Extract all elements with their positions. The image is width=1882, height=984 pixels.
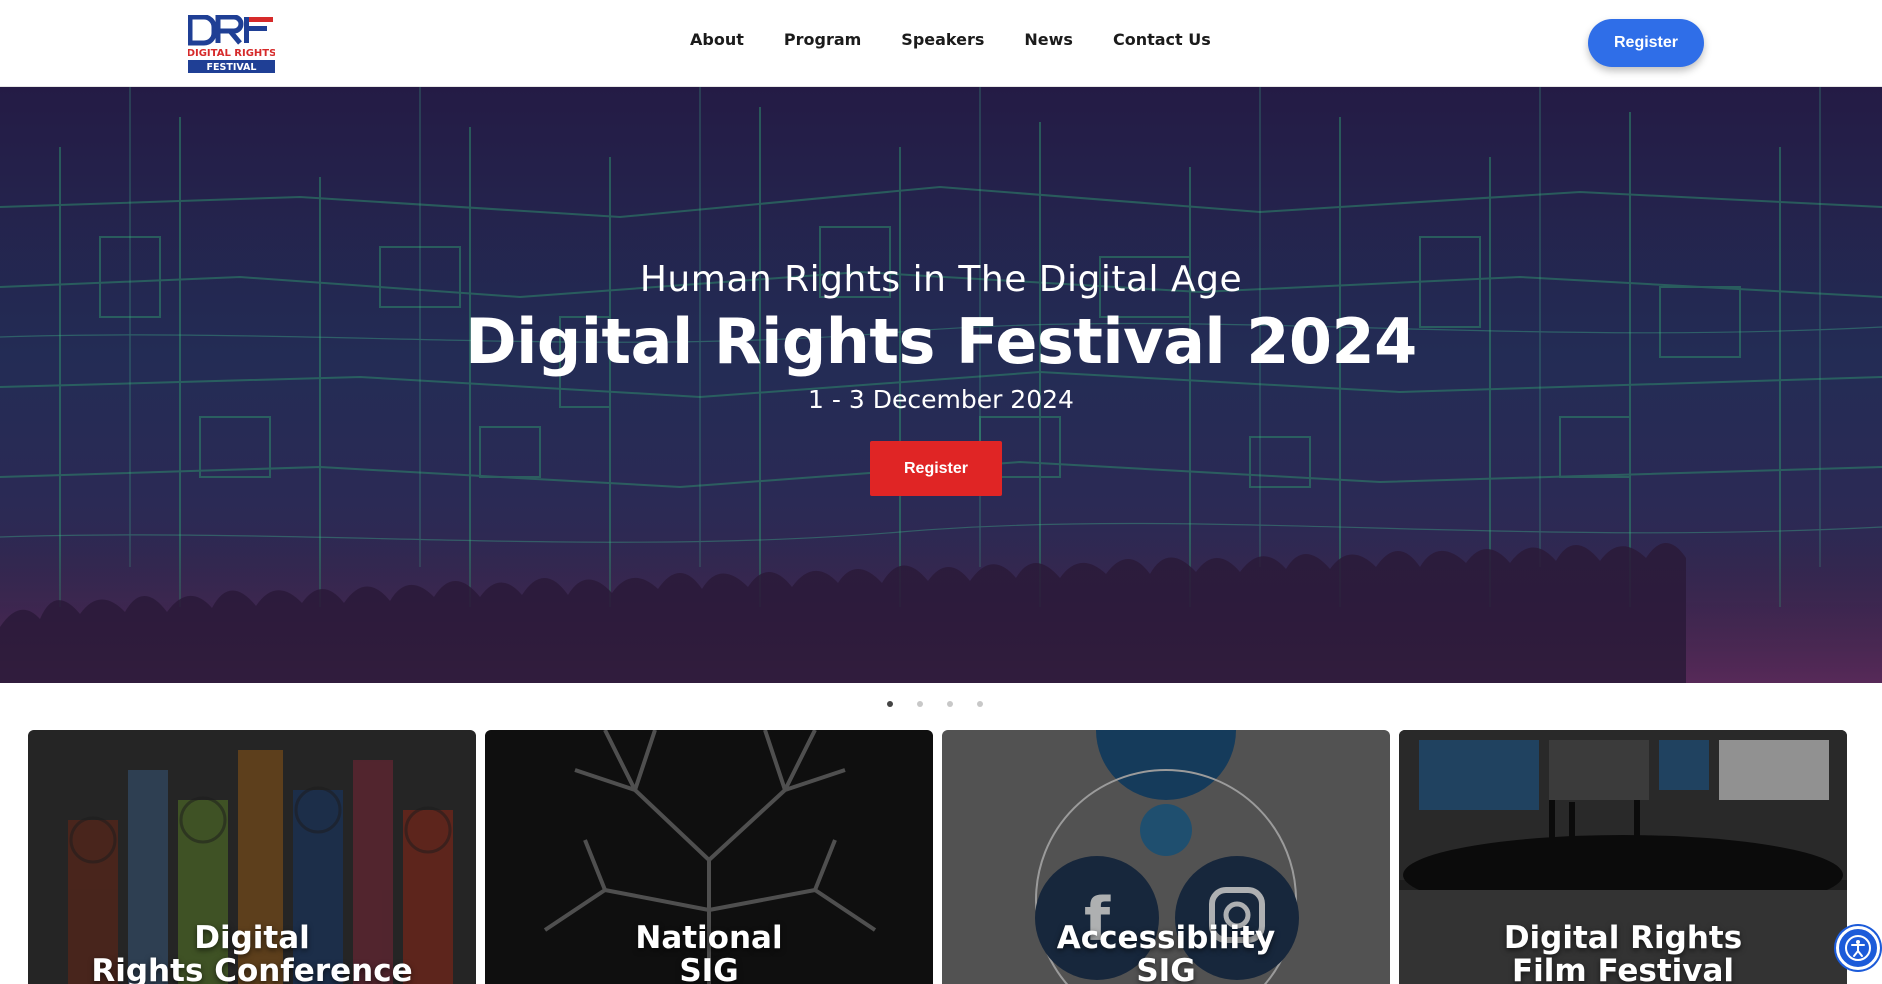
card-title: National SIG: [485, 922, 933, 984]
header-register-button[interactable]: Register: [1588, 19, 1704, 67]
card-accessibility-sig[interactable]: f Accessibility SIG: [942, 730, 1390, 984]
logo-text-line3: FESTIVAL: [207, 62, 257, 73]
card-title-line1: Accessibility: [1056, 920, 1276, 956]
card-title: Digital Rights Film Festival: [1399, 922, 1847, 984]
carousel-dot-3[interactable]: [947, 701, 953, 707]
carousel-dots: [887, 701, 983, 707]
card-title-line1: Digital: [194, 920, 310, 956]
card-title-line2: SIG: [1136, 953, 1196, 984]
card-title: Accessibility SIG: [942, 922, 1390, 984]
card-digital-rights-film-festival[interactable]: Digital Rights Film Festival: [1399, 730, 1847, 984]
logo-text-line2: DIGITAL RIGHTS: [188, 48, 275, 59]
carousel-dot-1[interactable]: [887, 701, 893, 707]
card-digital-rights-conference[interactable]: Digital Rights Conference: [28, 730, 476, 984]
nav-speakers[interactable]: Speakers: [901, 30, 984, 49]
nav-about[interactable]: About: [690, 30, 744, 49]
main-nav: About Program Speakers News Contact Us: [690, 30, 1211, 49]
nav-news[interactable]: News: [1024, 30, 1073, 49]
card-title-line1: National: [635, 920, 783, 956]
hero-title: Digital Rights Festival 2024: [465, 305, 1417, 378]
card-title-line2: Film Festival: [1511, 953, 1735, 984]
accessibility-icon: [1845, 935, 1871, 961]
carousel-dot-4[interactable]: [977, 701, 983, 707]
carousel-dot-2[interactable]: [917, 701, 923, 707]
card-title-line2: SIG: [679, 953, 739, 984]
festival-logo[interactable]: DIGITAL RIGHTS FESTIVAL: [187, 14, 276, 73]
hero-date: 1 - 3 December 2024: [808, 385, 1074, 414]
card-title-line1: Digital Rights: [1503, 920, 1743, 956]
hero-subtitle: Human Rights in The Digital Age: [639, 259, 1243, 300]
accessibility-widget-button[interactable]: [1836, 926, 1880, 970]
hero-register-button[interactable]: Register: [870, 441, 1002, 496]
card-title-line2: Rights Conference: [91, 953, 413, 984]
card-title: Digital Rights Conference: [28, 922, 476, 984]
nav-program[interactable]: Program: [784, 30, 861, 49]
hero-slider: Human Rights in The Digital Age Digital …: [0, 87, 1882, 683]
nav-contact-us[interactable]: Contact Us: [1113, 30, 1211, 49]
program-cards: Digital Rights Conference National SIG f: [28, 730, 1847, 984]
card-national-sig[interactable]: National SIG: [485, 730, 933, 984]
site-header: DIGITAL RIGHTS FESTIVAL About Program Sp…: [0, 0, 1882, 87]
